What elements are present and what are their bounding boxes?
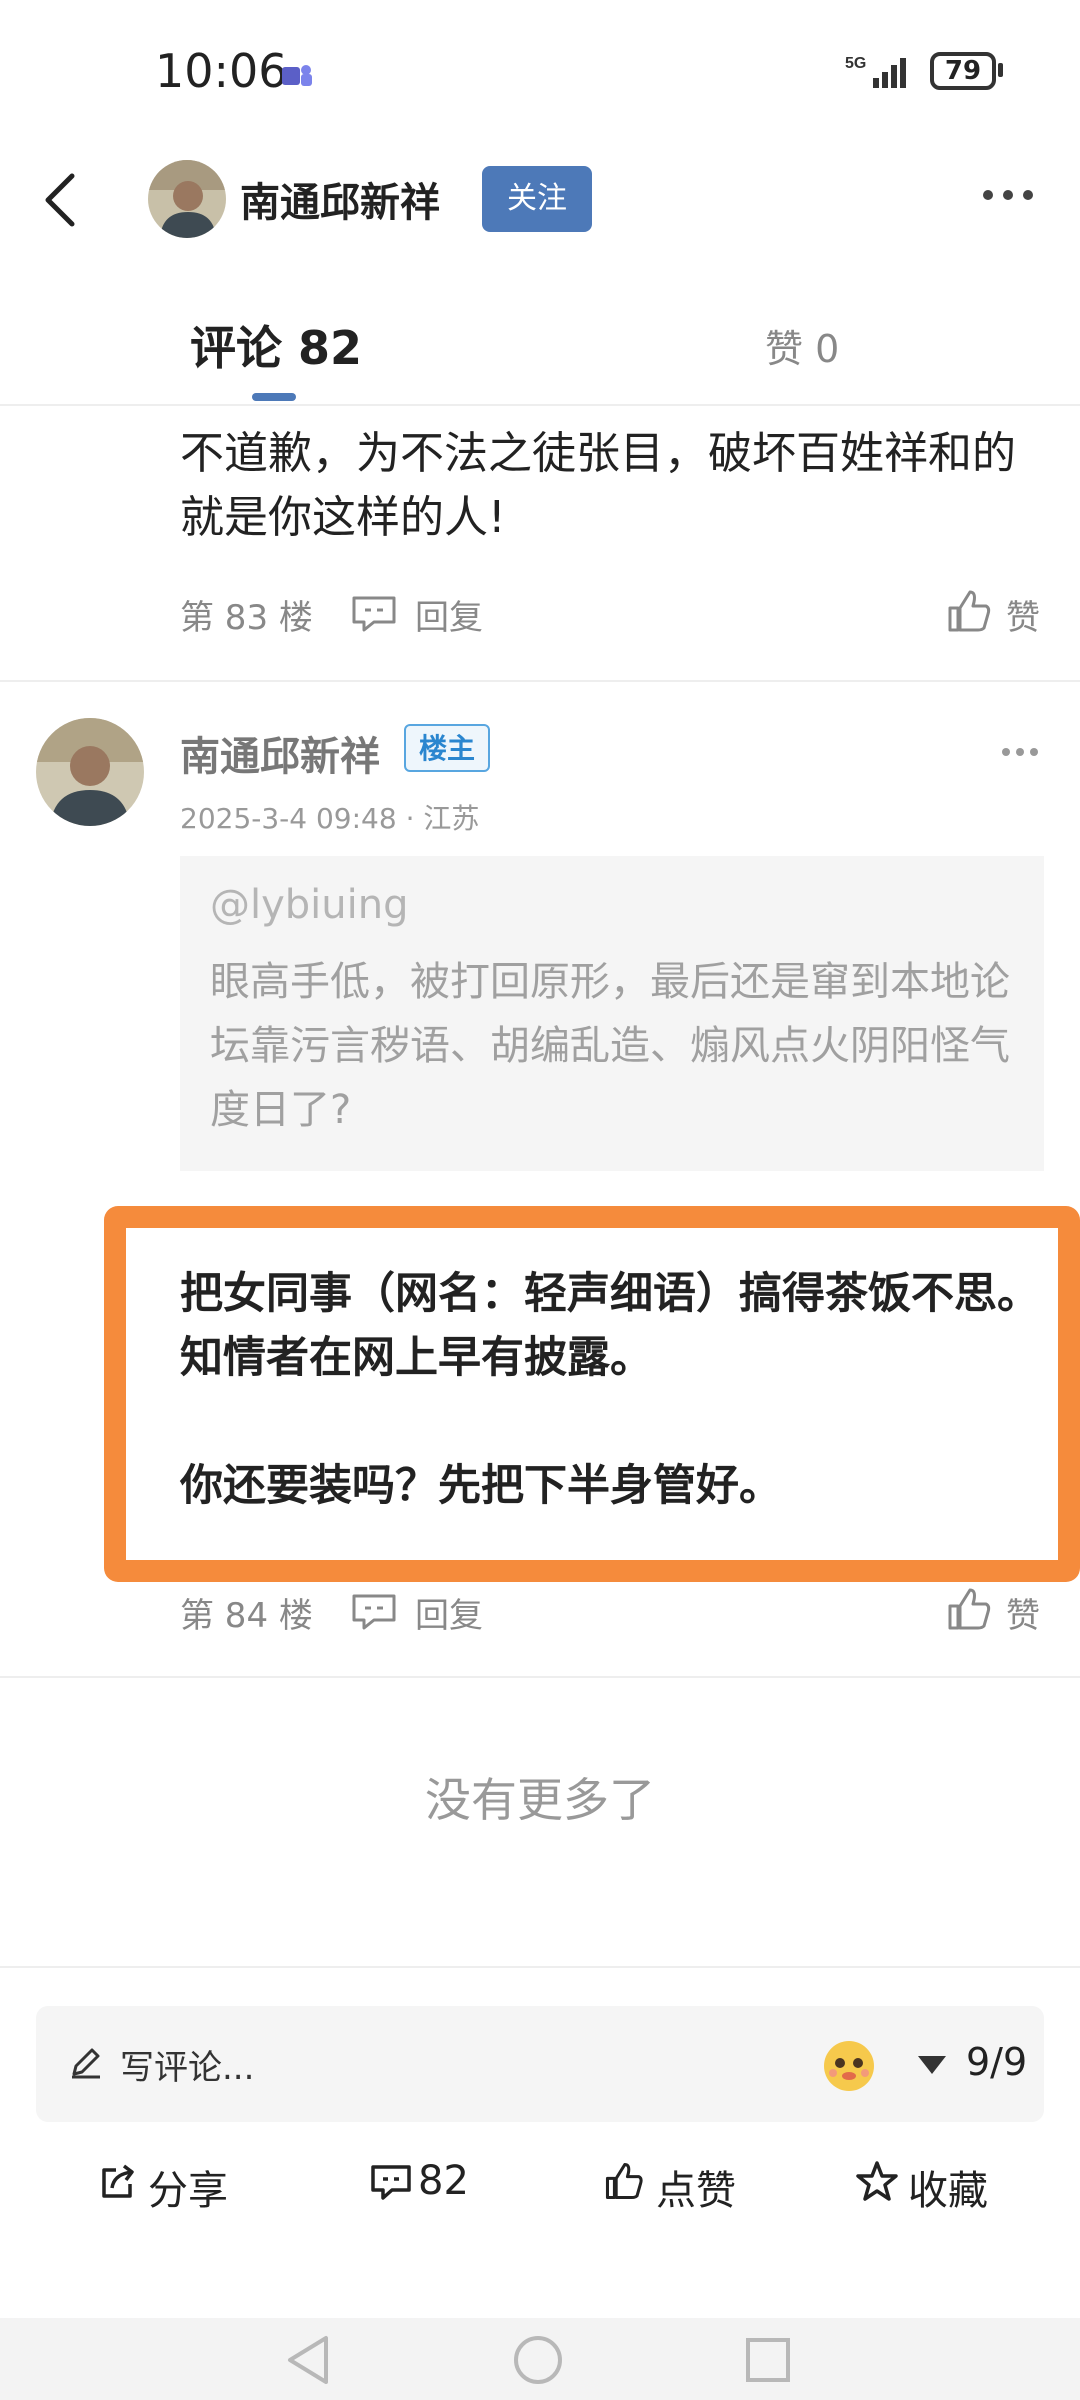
thumbs-up-icon[interactable] — [946, 1586, 992, 1632]
like-button[interactable]: 赞 — [1006, 1588, 1040, 1637]
avatar[interactable] — [36, 718, 144, 826]
reply-text-gap — [180, 1390, 1060, 1454]
reply-icon[interactable] — [350, 1592, 398, 1632]
floor-number: 第 83 楼 — [180, 598, 313, 638]
like-button[interactable]: 赞 — [1006, 590, 1040, 639]
page-title: 南通邱新祥 — [240, 180, 440, 226]
tab-indicator — [252, 393, 296, 401]
thumbs-up-icon[interactable] — [604, 2160, 644, 2202]
op-badge: 楼主 — [404, 724, 490, 772]
bottom-divider — [0, 1966, 1080, 1968]
avatar-image — [36, 718, 144, 826]
comment-more-icon[interactable] — [1000, 745, 1040, 759]
reply-text-line: 把女同事（网名：轻声细语）搞得茶饭不思。知情者在网上早有披露。 — [180, 1269, 1040, 1383]
share-button[interactable]: 分享 — [148, 2158, 228, 2216]
tab-divider — [0, 404, 1080, 406]
page-counter[interactable]: 9/9 — [966, 2040, 1027, 2084]
comment-timestamp: 2025-3-4 09:48 · 江苏 — [180, 802, 480, 835]
comment-divider — [0, 680, 1080, 682]
comment-author[interactable]: 南通邱新祥 — [180, 724, 380, 782]
reply-icon[interactable] — [350, 594, 398, 634]
comment-divider — [0, 1676, 1080, 1678]
signal-icon: 5G — [845, 55, 906, 88]
follow-button[interactable]: 关注 — [482, 166, 592, 232]
back-arrow-icon[interactable] — [40, 170, 80, 230]
tab-likes[interactable]: 赞 0 — [765, 318, 839, 373]
comment-icon[interactable] — [370, 2164, 412, 2202]
nav-recents-icon[interactable] — [744, 2336, 792, 2384]
comments-count[interactable]: 82 — [418, 2158, 469, 2204]
end-of-list-text: 没有更多了 — [425, 1773, 655, 1827]
floor-number: 第 84 楼 — [180, 1596, 313, 1636]
quoted-text: 眼高手低，被打回原形，最后还是窜到本地论坛靠污言秽语、胡编乱造、煽风点火阴阳怪气… — [210, 959, 1010, 1133]
more-options-icon[interactable] — [980, 185, 1036, 205]
page-dropdown-icon[interactable] — [918, 2056, 946, 2074]
status-time: 10:06 — [155, 44, 288, 98]
nav-home-icon[interactable] — [512, 2334, 564, 2386]
star-icon[interactable] — [856, 2160, 898, 2202]
teams-icon — [282, 65, 312, 86]
quoted-user[interactable]: @lybiuing — [210, 882, 409, 928]
share-icon[interactable] — [98, 2162, 138, 2202]
pencil-icon — [72, 2048, 100, 2079]
reply-text-line: 你还要装吗？先把下半身管好。 — [180, 1461, 782, 1511]
emoji-icon[interactable] — [818, 2035, 880, 2093]
like-button[interactable]: 点赞 — [656, 2158, 736, 2216]
svg-text:5G: 5G — [845, 55, 866, 72]
reply-button[interactable]: 回复 — [415, 590, 483, 639]
reply-text: 把女同事（网名：轻声细语）搞得茶饭不思。知情者在网上早有披露。 你还要装吗？先把… — [180, 1262, 1060, 1518]
comment-input-placeholder[interactable]: 写评论... — [120, 2040, 254, 2089]
favorite-button[interactable]: 收藏 — [908, 2158, 988, 2216]
tab-comments[interactable]: 评论 82 — [190, 312, 362, 378]
comment-text: 不道歉，为不法之徒张目，破坏百姓祥和的就是你这样的人! — [180, 428, 1016, 543]
thumbs-up-icon[interactable] — [946, 588, 992, 634]
battery-tip — [998, 63, 1003, 77]
nav-back-icon[interactable] — [284, 2334, 334, 2386]
reply-button[interactable]: 回复 — [415, 1588, 483, 1637]
avatar-image — [148, 160, 226, 238]
battery-level: 79 — [930, 52, 996, 90]
avatar[interactable] — [148, 160, 226, 238]
